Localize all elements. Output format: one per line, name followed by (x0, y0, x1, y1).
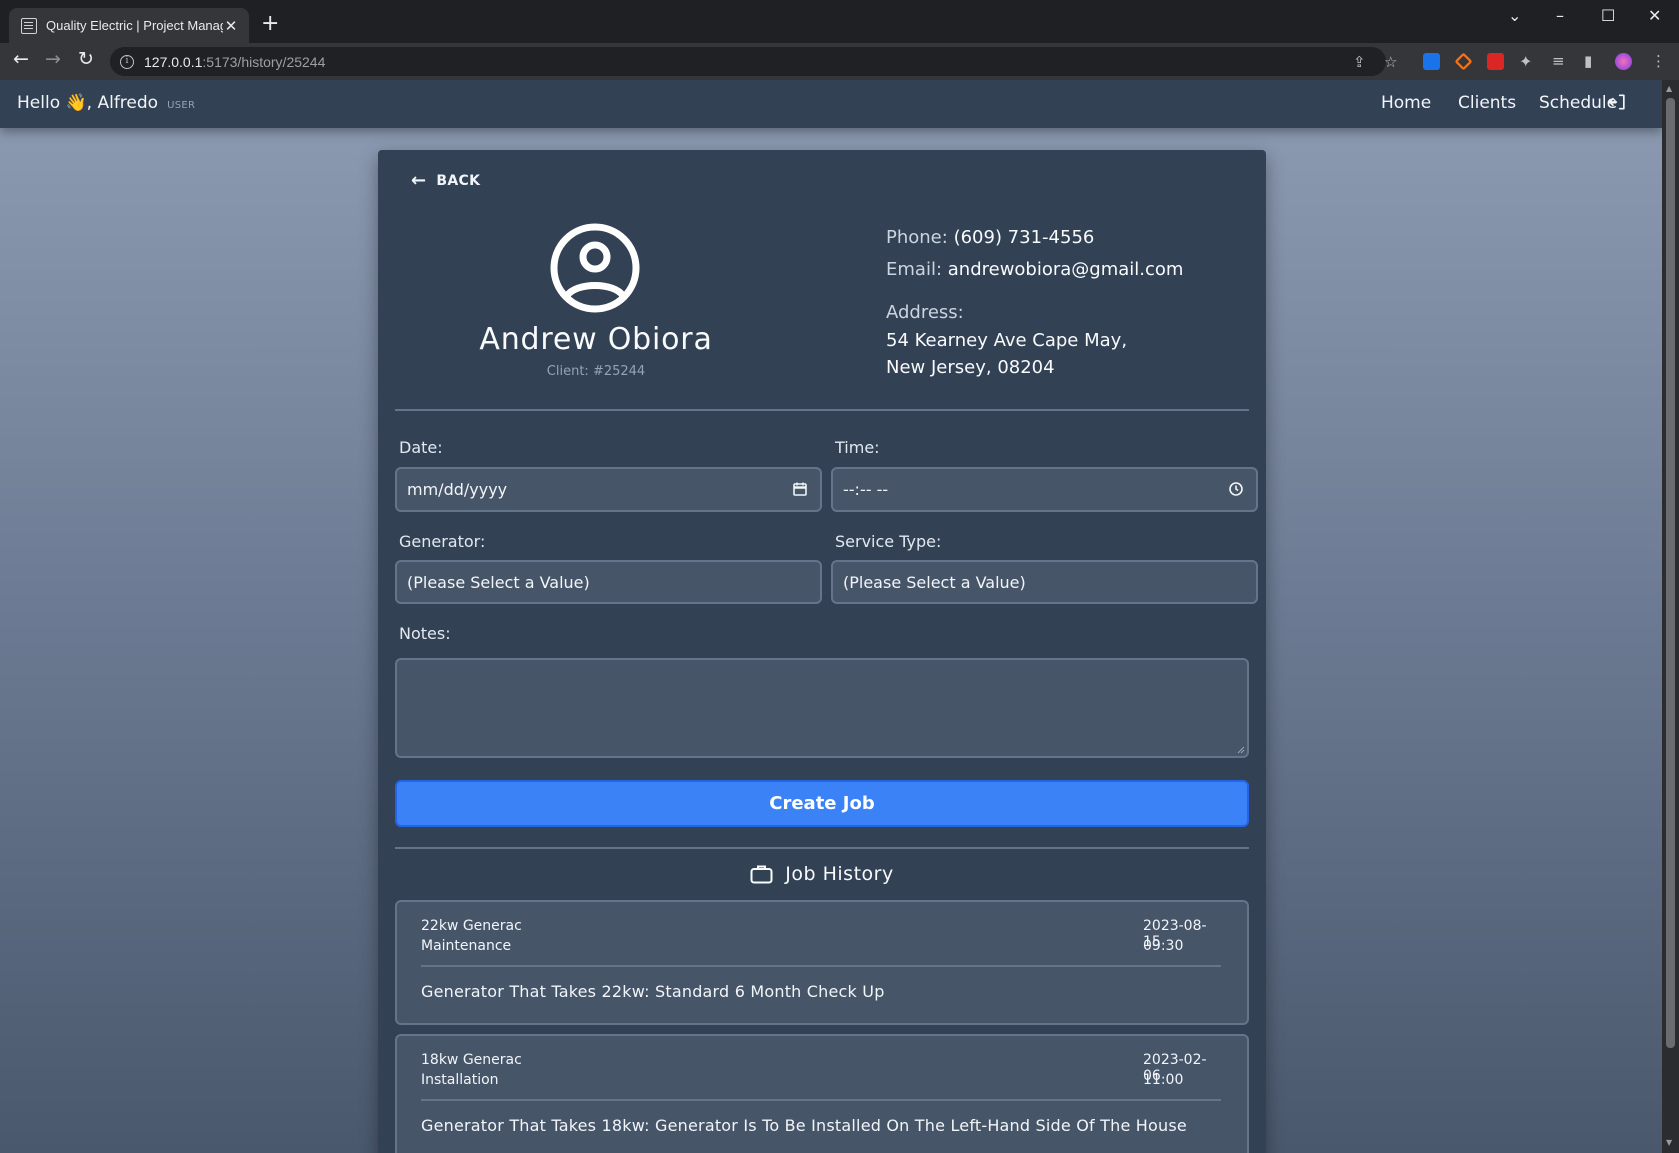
back-label: BACK (436, 173, 481, 189)
reload-icon[interactable]: ↻ (78, 50, 94, 69)
briefcase-icon (750, 865, 773, 884)
history-divider (395, 847, 1249, 849)
scrollbar-thumb[interactable] (1666, 98, 1675, 1048)
logout-icon[interactable] (1608, 92, 1628, 112)
user-circle-icon (550, 223, 640, 313)
scroll-up-icon[interactable]: ▲ (1666, 84, 1672, 93)
share-icon[interactable]: ⇪ (1353, 53, 1366, 71)
job-time: 11:00 (1143, 1072, 1184, 1088)
scroll-down-icon[interactable]: ▼ (1666, 1138, 1672, 1147)
job-card[interactable]: 22kw Generac Maintenance 2023-08-15 09:3… (395, 900, 1249, 1025)
generator-selected: (Please Select a Value) (407, 572, 590, 592)
tab-close-icon[interactable]: ✕ (223, 17, 239, 35)
back-button[interactable]: ← BACK (411, 172, 480, 190)
client-card: ← BACK Andrew Obiora Client: #25244 Phon… (378, 150, 1266, 1153)
extension-git-icon[interactable] (1454, 52, 1473, 71)
job-divider (421, 1099, 1221, 1101)
extension-ghost-icon[interactable] (1423, 53, 1440, 70)
clock-icon[interactable] (1228, 481, 1244, 497)
email-row: Email: andrewobiora@gmail.com (886, 259, 1183, 280)
tab-search-icon[interactable]: ⌄ (1508, 6, 1521, 25)
date-value: mm/dd/yyyy (407, 480, 508, 499)
address-line-1: 54 Kearney Ave Cape May, (886, 330, 1128, 351)
bookmark-star-icon[interactable]: ☆ (1384, 53, 1397, 71)
time-input[interactable]: --:-- -- (831, 467, 1258, 512)
job-note: Generator That Takes 22kw: Standard 6 Mo… (421, 982, 885, 1001)
service-type-select[interactable]: (Please Select a Value) (831, 560, 1258, 604)
service-type-selected: (Please Select a Value) (843, 572, 1026, 592)
client-id: Client: #25244 (546, 364, 646, 379)
email-label: Email: (886, 259, 943, 280)
profile-avatar-icon[interactable] (1615, 53, 1632, 70)
extension-red-icon[interactable] (1487, 53, 1504, 70)
greeting-text: Hello 👋, Alfredo (17, 93, 159, 113)
time-label: Time: (835, 438, 880, 457)
job-history-heading: Job History (378, 863, 1266, 885)
browser-tab[interactable]: Quality Electric | Project Manager ✕ (9, 8, 249, 43)
notes-label: Notes: (399, 624, 451, 643)
resize-handle-icon[interactable] (1235, 744, 1245, 754)
minimize-icon[interactable]: – (1556, 6, 1564, 25)
nav-home-link[interactable]: Home (1381, 93, 1431, 113)
calendar-icon[interactable] (792, 481, 808, 497)
new-tab-icon[interactable]: + (261, 13, 279, 35)
job-history-title: Job History (785, 863, 894, 885)
address-line-2: New Jersey, 08204 (886, 357, 1055, 378)
address-bar[interactable]: i 127.0.0.1:5173/history/25244 ⇪ ☆ (110, 47, 1397, 76)
maximize-icon[interactable]: ☐ (1601, 6, 1615, 25)
url-host: 127.0.0.1 (144, 53, 203, 70)
browser-menu-icon[interactable]: ⋮ (1651, 52, 1666, 70)
side-panel-icon[interactable]: ▮ (1584, 52, 1592, 70)
notes-textarea[interactable] (395, 658, 1249, 758)
reading-list-icon[interactable]: ≡ (1552, 52, 1565, 70)
extensions-puzzle-icon[interactable]: ✦ (1519, 52, 1532, 71)
service-type-label: Service Type: (835, 532, 942, 551)
job-card[interactable]: 18kw Generac Installation 2023-02-06 11:… (395, 1034, 1249, 1153)
page-viewport: Hello 👋, Alfredo USER Home Clients Sched… (0, 80, 1662, 1153)
window-close-icon[interactable]: ✕ (1648, 6, 1661, 25)
nav-clients-link[interactable]: Clients (1458, 93, 1516, 113)
nav-schedule-link[interactable]: Schedule (1539, 93, 1617, 113)
app-navbar: Hello 👋, Alfredo USER Home Clients Sched… (0, 80, 1662, 128)
job-generator: 18kw Generac (421, 1052, 522, 1068)
job-divider (421, 965, 1221, 967)
page-favicon-icon (21, 17, 37, 34)
arrow-left-icon: ← (411, 170, 427, 191)
greeting: Hello 👋, Alfredo USER (17, 93, 195, 113)
client-name: Andrew Obiora (479, 322, 713, 357)
job-note: Generator That Takes 18kw: Generator Is … (421, 1116, 1187, 1135)
phone-value: (609) 731-4556 (953, 227, 1095, 248)
tab-title: Quality Electric | Project Manager (46, 18, 223, 33)
generator-select[interactable]: (Please Select a Value) (395, 560, 822, 604)
site-info-icon[interactable]: i (120, 54, 134, 69)
job-service-type: Maintenance (421, 938, 512, 954)
job-time: 09:30 (1143, 938, 1184, 954)
generator-label: Generator: (399, 532, 486, 551)
role-badge: USER (167, 100, 196, 111)
browser-toolbar: ← → ↻ i 127.0.0.1:5173/history/25244 ⇪ ☆… (0, 43, 1679, 80)
section-divider (395, 409, 1249, 411)
date-label: Date: (399, 438, 443, 457)
back-arrow-icon[interactable]: ← (13, 50, 29, 69)
address-label: Address: (886, 302, 964, 323)
time-value: --:-- -- (843, 480, 889, 499)
forward-arrow-icon[interactable]: → (45, 50, 61, 69)
create-job-button[interactable]: Create Job (395, 780, 1249, 827)
page-scrollbar[interactable]: ▲ ▼ (1662, 80, 1679, 1153)
phone-label: Phone: (886, 227, 948, 248)
phone-row: Phone: (609) 731-4556 (886, 227, 1094, 248)
job-service-type: Installation (421, 1072, 499, 1088)
browser-tabstrip: Quality Electric | Project Manager ✕ + ⌄… (0, 0, 1679, 43)
email-value: andrewobiora@gmail.com (947, 259, 1184, 280)
job-generator: 22kw Generac (421, 918, 522, 934)
url-path: :5173/history/25244 (202, 53, 326, 70)
date-input[interactable]: mm/dd/yyyy (395, 467, 822, 512)
